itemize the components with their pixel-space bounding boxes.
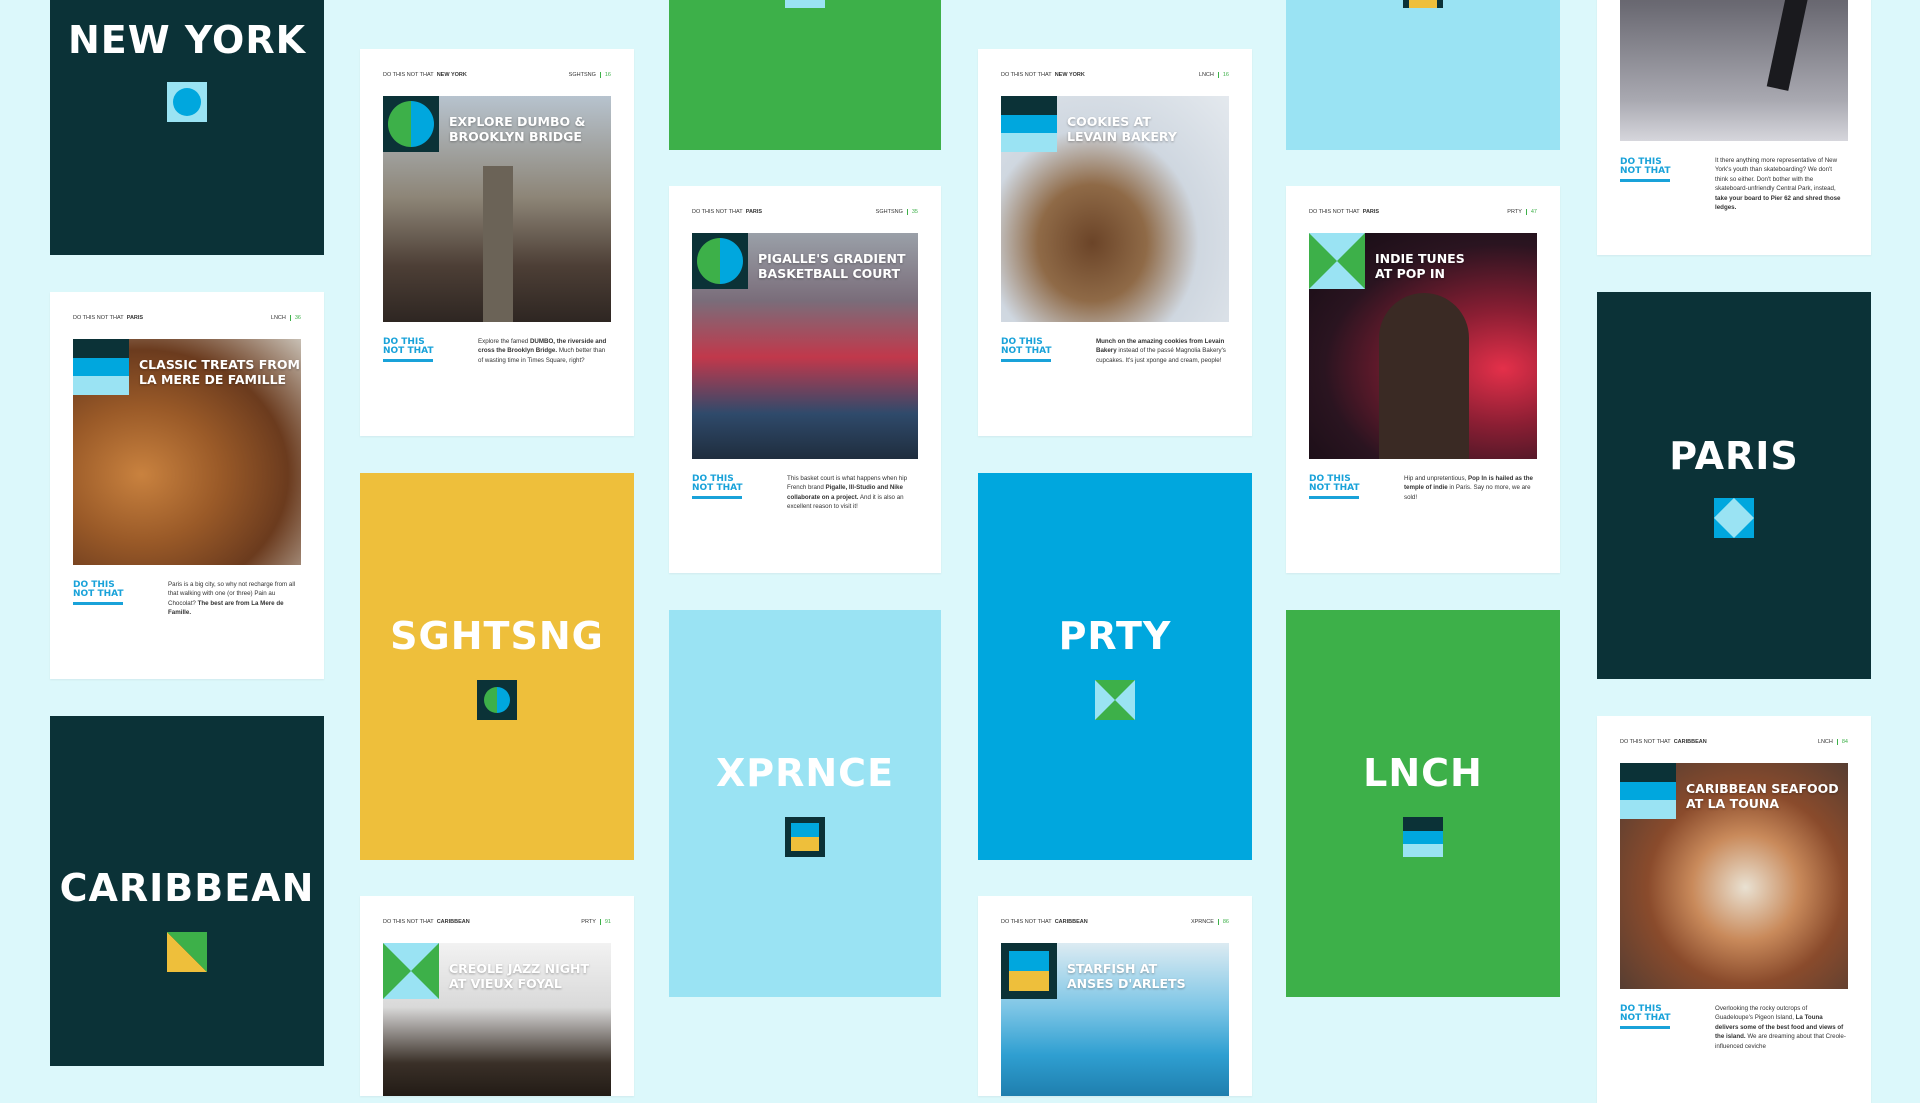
do-this-not-that-label: DO THIS NOT THAT (1620, 158, 1671, 182)
page-number: 36 (289, 315, 301, 321)
cover-card-partial (669, 0, 941, 150)
photo-title: STARFISH AT ANSES D'ARLETS (1067, 961, 1186, 991)
photo-title: COOKIES AT LEVAIN BAKERY (1067, 114, 1177, 144)
diagonal-split-icon (167, 932, 207, 972)
page-blurb: Hip and unpretentious, Pop In is hailed … (1404, 475, 1533, 501)
square-icon (1403, 0, 1443, 8)
photo-title: INDIE TUNES AT POP IN (1375, 251, 1465, 281)
do-this-not-that-label: DO THIS NOT THAT (1620, 1005, 1671, 1029)
cover-title: SGHTSNG (390, 613, 604, 658)
page-paris-sghtsng[interactable]: DO THIS NOT THAT PARIS SGHTSNG 35 PIGALLE… (669, 186, 941, 573)
photo-seafood: CARIBBEAN SEAFOOD AT LA TOUNA (1620, 763, 1848, 989)
circle-square-icon (167, 82, 207, 122)
page-caribbean-prty[interactable]: DO THIS NOT THAT CARIBBEAN PRTY 91 CREOLE… (360, 896, 634, 1096)
do-this-not-that-label: DO THIS NOT THAT (383, 338, 434, 362)
cover-sghtsng[interactable]: SGHTSNG (360, 473, 634, 860)
photo-skateboarder (1620, 0, 1848, 141)
hourglass-icon (1095, 679, 1135, 720)
page-newyork-sghtsng[interactable]: DO THIS NOT THAT NEW YORK SGHTSNG 16 EXPL… (360, 49, 634, 436)
cover-new-york[interactable]: NEW YORK (50, 0, 324, 255)
cover-prty[interactable]: PRTY (978, 473, 1252, 860)
do-this-not-that-label: DO THIS NOT THAT (73, 581, 124, 605)
stripes-icon (1403, 816, 1443, 857)
photo-starfish-diver: STARFISH AT ANSES D'ARLETS (1001, 943, 1229, 1096)
page-caribbean-xprnce[interactable]: DO THIS NOT THAT CARIBBEAN XPRNCE 86 STAR… (978, 896, 1252, 1096)
page-newyork-skate[interactable]: DO THIS NOT THAT It there anything more … (1597, 0, 1871, 255)
hourglass-icon (1309, 233, 1365, 289)
square-icon (785, 0, 825, 8)
circle-square-icon (477, 679, 517, 720)
triangles-icon (1714, 497, 1754, 538)
circle-square-icon (692, 233, 748, 289)
cover-xprnce[interactable]: XPRNCE (669, 610, 941, 997)
cover-title: PARIS (1669, 433, 1799, 478)
photo-jazz-night: CREOLE JAZZ NIGHT AT VIEUX FOYAL (383, 943, 611, 1096)
skater-legs (1766, 0, 1816, 91)
cover-title: XPRNCE (715, 750, 895, 795)
circle-square-icon (383, 96, 439, 152)
stripes-icon (1001, 96, 1057, 152)
cover-caribbean[interactable]: CARIBBEAN (50, 716, 324, 1066)
page-newyork-lnch[interactable]: DO THIS NOT THAT NEW YORK LNCH 16 COOKIES… (978, 49, 1252, 436)
page-blurb: Overlooking the rocky outcrops of Guadel… (1715, 1005, 1846, 1050)
photo-title: CLASSIC TREATS FROM LA MERE DE FAMILLE (139, 357, 300, 387)
hourglass-icon (383, 943, 439, 999)
cover-title: NEW YORK (67, 18, 307, 62)
photo-cookies: COOKIES AT LEVAIN BAKERY (1001, 96, 1229, 322)
do-this-not-that-label: DO THIS NOT THAT (1001, 338, 1052, 362)
cover-card-partial (1286, 0, 1560, 150)
cover-paris[interactable]: PARIS (1597, 292, 1871, 679)
city-label: PARIS (126, 315, 144, 321)
do-this-not-that-label: DO THIS NOT THAT (692, 475, 743, 499)
stripes-icon (1620, 763, 1676, 819)
section-label: LNCH (270, 315, 286, 321)
stripes-icon (73, 339, 129, 395)
page-blurb: This basket court is what happens when h… (787, 475, 908, 511)
page-blurb: Paris is a big city, so why not recharge… (168, 581, 296, 617)
cover-title: CARIBBEAN (59, 866, 315, 910)
page-blurb: It there anything more representative of… (1715, 157, 1841, 212)
bridge-tower (483, 166, 513, 322)
photo-basketball-court: PIGALLE'S GRADIENT BASKETBALL COURT (692, 233, 918, 459)
cover-lnch[interactable]: LNCH (1286, 610, 1560, 997)
split-square-icon (785, 816, 825, 857)
page-blurb: Explore the famed DUMBO, the riverside a… (478, 338, 607, 364)
cover-title: LNCH (1363, 750, 1483, 795)
photo-title: EXPLORE DUMBO & BROOKLYN BRIDGE (449, 114, 586, 144)
split-square-icon (1001, 943, 1057, 999)
page-paris-lnch[interactable]: DO THIS NOT THAT PARIS LNCH 36 CLASSIC TR… (50, 292, 324, 679)
photo-brooklyn-bridge: EXPLORE DUMBO & BROOKLYN BRIDGE (383, 96, 611, 322)
do-this-not-that-label: DO THIS NOT THAT (1309, 475, 1360, 499)
brand-label: DO THIS NOT THAT (73, 315, 124, 321)
page-caribbean-lnch[interactable]: DO THIS NOT THAT CARIBBEAN LNCH 84 CARIBB… (1597, 716, 1871, 1103)
page-blurb: Munch on the amazing cookies from Levain… (1096, 338, 1226, 364)
photo-title: CREOLE JAZZ NIGHT AT VIEUX FOYAL (449, 961, 589, 991)
photo-title: CARIBBEAN SEAFOOD AT LA TOUNA (1686, 781, 1839, 811)
photo-title: PIGALLE'S GRADIENT BASKETBALL COURT (758, 251, 906, 281)
photo-pastries: CLASSIC TREATS FROM LA MERE DE FAMILLE (73, 339, 301, 565)
photo-concert: INDIE TUNES AT POP IN (1309, 233, 1537, 459)
singer-silhouette (1379, 293, 1469, 459)
page-paris-prty[interactable]: DO THIS NOT THAT PARIS PRTY 47 INDIE TUNE… (1286, 186, 1560, 573)
cover-title: PRTY (1058, 613, 1172, 658)
